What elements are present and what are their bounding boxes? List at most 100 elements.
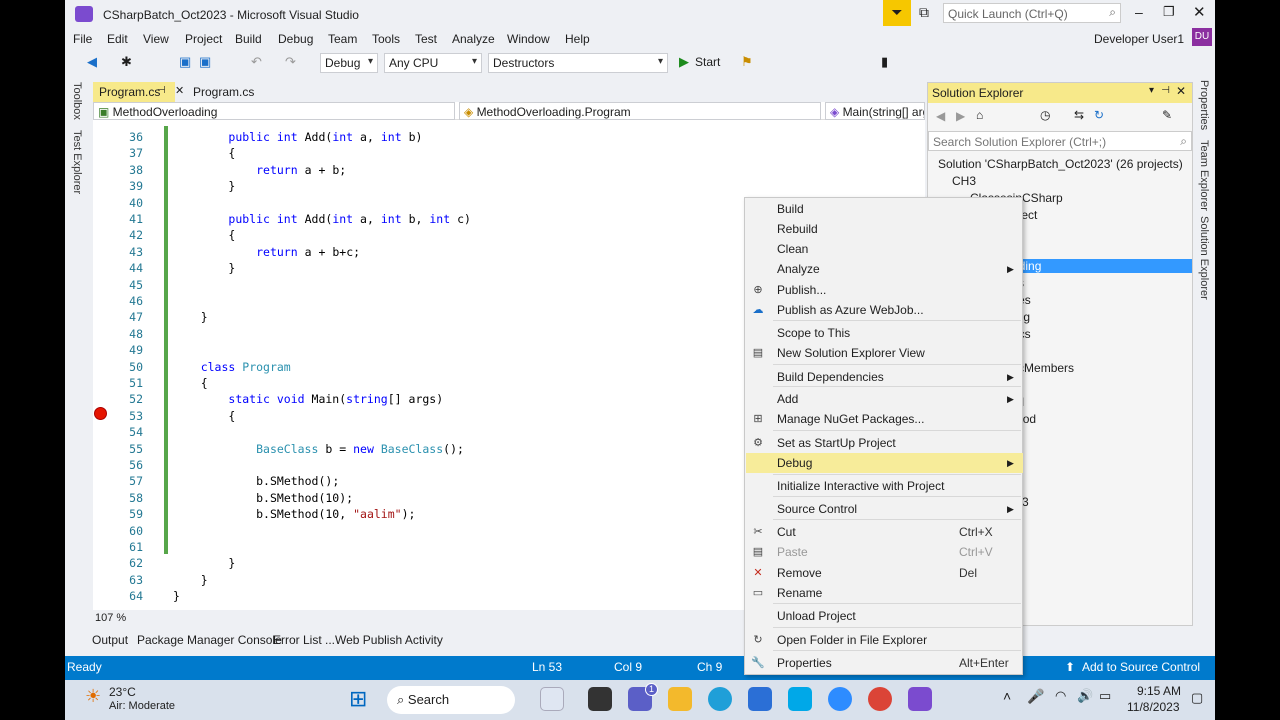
- save-icon[interactable]: ▣: [179, 54, 191, 70]
- solution-search-input[interactable]: Search Solution Explorer (Ctrl+;) ⌕: [928, 131, 1192, 151]
- edge-icon[interactable]: [708, 687, 732, 711]
- menu-analyze[interactable]: Analyze: [452, 32, 495, 46]
- zoom-icon[interactable]: [828, 687, 852, 711]
- windows-start-icon[interactable]: ⊞: [349, 686, 367, 712]
- tab-error-list[interactable]: Error List ...: [273, 633, 335, 647]
- code-line[interactable]: public int Add(int a, int b, int c): [173, 212, 471, 226]
- menu-file[interactable]: File: [73, 32, 92, 46]
- menu-team[interactable]: Team: [328, 32, 357, 46]
- toolbox-tab[interactable]: Toolbox: [71, 82, 83, 120]
- team-explorer-tab[interactable]: Team Explorer: [1198, 140, 1210, 211]
- code-line[interactable]: {: [173, 409, 235, 423]
- menu-help[interactable]: Help: [565, 32, 590, 46]
- visual-studio-taskbar-icon[interactable]: [908, 687, 932, 711]
- skype-icon[interactable]: [788, 687, 812, 711]
- pin-icon[interactable]: ⊣: [1161, 85, 1170, 96]
- menu-item-publish[interactable]: Publish...: [777, 283, 826, 297]
- add-to-source-control-button[interactable]: Add to Source Control: [1082, 660, 1200, 674]
- menu-item-unload-project[interactable]: Unload Project: [777, 609, 856, 623]
- pin-icon[interactable]: ⊣: [157, 85, 166, 96]
- properties-icon[interactable]: ✎: [1162, 108, 1172, 122]
- breakpoint-icon[interactable]: [94, 407, 107, 420]
- code-line[interactable]: }: [173, 261, 235, 275]
- menu-item-paste[interactable]: Paste: [777, 545, 808, 559]
- tab-program-cs-active[interactable]: Program.cs ⊣ ✕: [93, 82, 184, 102]
- menu-item-remove[interactable]: Remove: [777, 566, 822, 580]
- battery-icon[interactable]: ▭: [1099, 688, 1111, 704]
- code-line[interactable]: b.SMethod(10);: [173, 491, 353, 505]
- menu-item-debug[interactable]: Debug: [777, 456, 812, 470]
- wifi-icon[interactable]: ◠: [1055, 688, 1066, 704]
- feedback-icon[interactable]: ⧉: [919, 4, 929, 21]
- menu-item-rename[interactable]: Rename: [777, 586, 822, 600]
- menu-item-set-as-startup-project[interactable]: Set as StartUp Project: [777, 436, 896, 450]
- solution-explorer-tab[interactable]: Solution Explorer: [1198, 216, 1210, 300]
- forward-icon[interactable]: ▶: [956, 109, 965, 123]
- test-explorer-tab[interactable]: Test Explorer: [71, 130, 83, 194]
- menu-tools[interactable]: Tools: [372, 32, 400, 46]
- startup-project-select[interactable]: Destructors: [488, 53, 668, 73]
- menu-item-publish-as-azure-webjob[interactable]: Publish as Azure WebJob...: [777, 303, 924, 317]
- clock-time[interactable]: 9:15 AM: [1137, 684, 1181, 698]
- filter-icon[interactable]: ⏷: [883, 0, 911, 26]
- menu-item-source-control[interactable]: Source Control: [777, 502, 857, 516]
- code-line[interactable]: class Program: [173, 360, 291, 374]
- code-line[interactable]: {: [173, 228, 235, 242]
- file-explorer-window-icon[interactable]: [540, 687, 564, 711]
- code-line[interactable]: public int Add(int a, int b): [173, 130, 422, 144]
- menu-item-open-folder-in-file-explorer[interactable]: Open Folder in File Explorer: [777, 633, 927, 647]
- menu-item-add[interactable]: Add: [777, 392, 798, 406]
- menu-item-analyze[interactable]: Analyze: [777, 262, 820, 276]
- new-project-icon[interactable]: ✱: [121, 54, 132, 70]
- code-line[interactable]: return a + b+c;: [173, 245, 360, 259]
- taskbar-search[interactable]: ⌕ Search: [387, 686, 515, 714]
- store-icon[interactable]: [748, 687, 772, 711]
- menu-item-new-solution-explorer-view[interactable]: New Solution Explorer View: [777, 346, 925, 360]
- tree-item[interactable]: Solution 'CSharpBatch_Oct2023' (26 proje…: [938, 157, 1183, 171]
- refresh-icon[interactable]: ↻: [1094, 108, 1104, 122]
- nav-project-select[interactable]: ▣ MethodOverloading: [93, 102, 455, 120]
- bookmark-icon[interactable]: ▮: [881, 54, 888, 70]
- menu-item-build-dependencies[interactable]: Build Dependencies: [777, 370, 884, 384]
- menu-project[interactable]: Project: [185, 32, 222, 46]
- volume-icon[interactable]: 🔊: [1077, 688, 1093, 704]
- code-line[interactable]: }: [173, 573, 208, 587]
- code-line[interactable]: {: [173, 376, 208, 390]
- chrome-icon[interactable]: [868, 687, 892, 711]
- code-line[interactable]: static void Main(string[] args): [173, 392, 443, 406]
- zoom-level[interactable]: 107 %: [93, 610, 153, 626]
- save-all-icon[interactable]: ▣: [199, 54, 211, 70]
- start-button[interactable]: Start: [695, 55, 720, 69]
- browser-link-icon[interactable]: ⚑: [741, 54, 753, 70]
- config-select[interactable]: Debug: [320, 53, 378, 73]
- menu-debug[interactable]: Debug: [278, 32, 313, 46]
- undo-icon[interactable]: ↶: [251, 54, 262, 70]
- maximize-button[interactable]: ❐: [1163, 4, 1175, 20]
- code-line[interactable]: b.SMethod();: [173, 474, 339, 488]
- start-icon[interactable]: ▶: [679, 54, 689, 70]
- close-icon[interactable]: ✕: [1176, 84, 1186, 98]
- menu-item-cut[interactable]: Cut: [777, 525, 796, 539]
- tab-web-publish-activity[interactable]: Web Publish Activity: [335, 633, 443, 647]
- quick-launch-input[interactable]: Quick Launch (Ctrl+Q) ⌕: [943, 3, 1121, 23]
- platform-select[interactable]: Any CPU: [384, 53, 482, 73]
- menu-build[interactable]: Build: [235, 32, 262, 46]
- nav-member-select[interactable]: ◈ Main(string[] args): [825, 102, 925, 120]
- menu-item-scope-to-this[interactable]: Scope to This: [777, 326, 850, 340]
- tab-program-cs[interactable]: Program.cs: [187, 82, 267, 102]
- menu-item-manage-nuget-packages[interactable]: Manage NuGet Packages...: [777, 412, 924, 426]
- tree-item[interactable]: CH3: [952, 174, 976, 188]
- menu-item-rebuild[interactable]: Rebuild: [777, 222, 818, 236]
- history-icon[interactable]: ◷: [1040, 108, 1050, 122]
- nav-type-select[interactable]: ◈ MethodOverloading.Program: [459, 102, 821, 120]
- notification-icon[interactable]: ▢: [1191, 690, 1203, 706]
- tab-output[interactable]: Output: [92, 633, 128, 647]
- close-tab-icon[interactable]: ✕: [175, 84, 184, 97]
- minimize-button[interactable]: –: [1135, 4, 1143, 20]
- code-line[interactable]: }: [173, 179, 235, 193]
- dropdown-icon[interactable]: ▾: [1149, 85, 1154, 96]
- code-line[interactable]: return a + b;: [173, 163, 346, 177]
- redo-icon[interactable]: ↷: [285, 54, 296, 70]
- home-icon[interactable]: ⌂: [976, 108, 983, 122]
- terminal-icon[interactable]: [588, 687, 612, 711]
